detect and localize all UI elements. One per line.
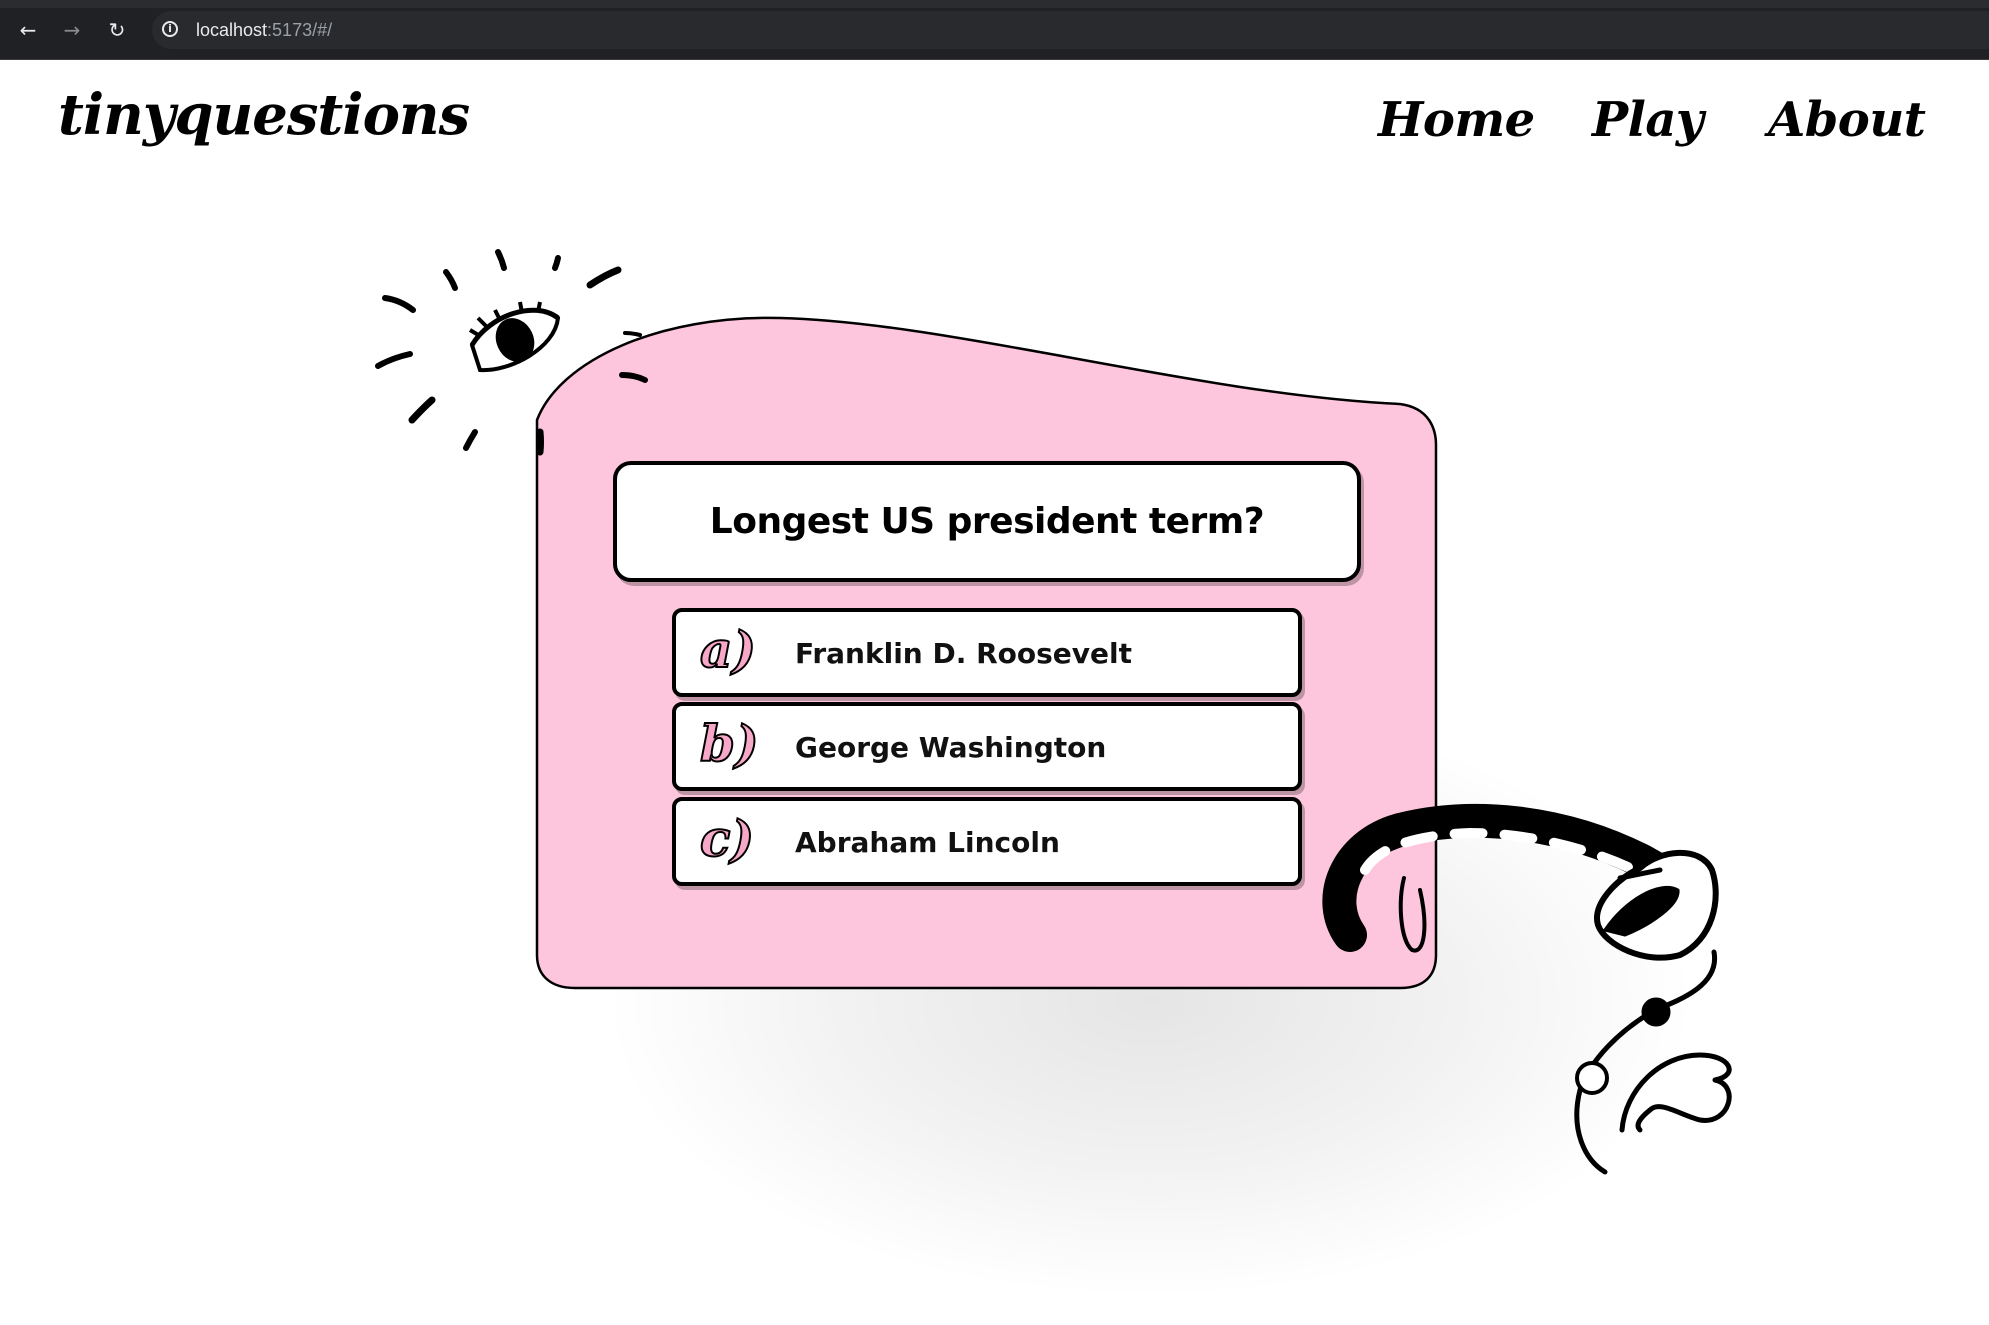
site-info-icon[interactable]: i bbox=[162, 21, 178, 37]
browser-toolbar: ← → ↻ i localhost:5173/#/ bbox=[0, 0, 1989, 60]
answer-label: George Washington bbox=[795, 731, 1107, 764]
nav-link-home[interactable]: Home bbox=[1378, 92, 1535, 148]
address-bar[interactable]: i localhost:5173/#/ bbox=[152, 11, 1989, 49]
answer-letter: b) bbox=[699, 713, 760, 774]
answer-label: Franklin D. Roosevelt bbox=[795, 637, 1133, 670]
answer-letter: c) bbox=[699, 808, 755, 869]
reload-icon[interactable]: ↻ bbox=[103, 16, 131, 44]
answer-label: Abraham Lincoln bbox=[795, 826, 1060, 859]
eye-doodle-icon bbox=[375, 249, 648, 456]
browser-tab-strip bbox=[0, 0, 1989, 8]
question-text: Longest US president term? bbox=[709, 501, 1265, 542]
answer-option-c[interactable]: c) Abraham Lincoln bbox=[672, 797, 1302, 886]
forward-arrow-icon[interactable]: → bbox=[58, 16, 86, 44]
url-host: localhost bbox=[196, 20, 268, 40]
nav-link-about[interactable]: About bbox=[1768, 92, 1926, 148]
answer-option-b[interactable]: b) George Washington bbox=[672, 702, 1302, 791]
nav-link-play[interactable]: Play bbox=[1592, 92, 1704, 148]
back-arrow-icon[interactable]: ← bbox=[14, 16, 42, 44]
address-url[interactable]: localhost:5173/#/ bbox=[196, 20, 332, 41]
answer-letter: a) bbox=[699, 619, 757, 680]
question-box: Longest US president term? bbox=[613, 461, 1361, 582]
answer-option-a[interactable]: a) Franklin D. Roosevelt bbox=[672, 608, 1302, 697]
url-path: :5173/#/ bbox=[267, 20, 333, 40]
site-logo[interactable]: tinyquestions bbox=[58, 82, 470, 148]
